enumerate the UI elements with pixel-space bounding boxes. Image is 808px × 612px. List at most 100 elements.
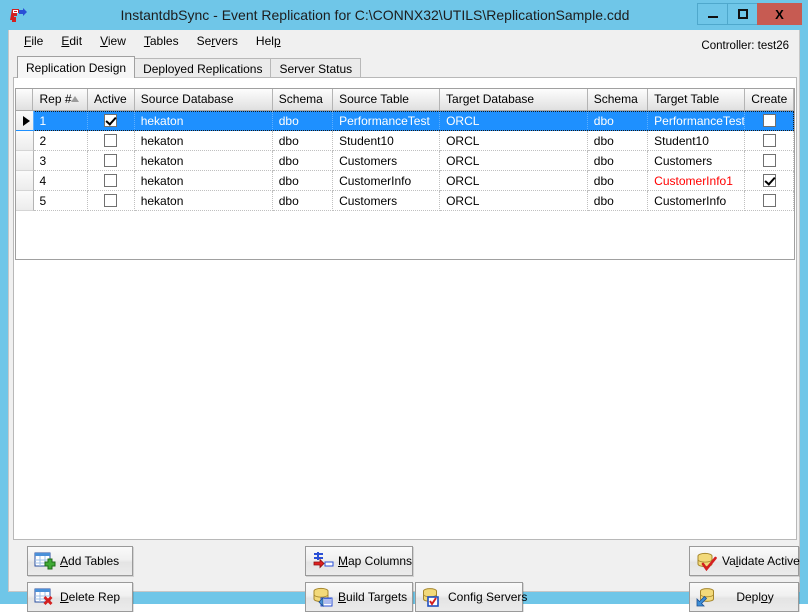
- row-selector[interactable]: [16, 151, 34, 171]
- row-selector[interactable]: [16, 111, 34, 131]
- grid-header-cell-target_table[interactable]: Target Table: [648, 89, 745, 110]
- map-columns-button[interactable]: Map Columns: [305, 546, 413, 576]
- cell-source_schema[interactable]: dbo: [273, 191, 333, 211]
- cell-create-checkbox[interactable]: [745, 191, 794, 211]
- cell-source_schema[interactable]: dbo: [273, 151, 333, 171]
- checkbox-checked-icon[interactable]: [104, 114, 117, 127]
- maximize-button[interactable]: [727, 3, 758, 25]
- checkbox-unchecked-icon[interactable]: [763, 134, 776, 147]
- cell-rep[interactable]: 3: [34, 151, 89, 171]
- validate-active-button[interactable]: Validate Active: [689, 546, 799, 576]
- cell-text: ORCL: [446, 154, 479, 168]
- cell-source_schema[interactable]: dbo: [273, 111, 333, 131]
- checkbox-unchecked-icon[interactable]: [763, 194, 776, 207]
- cell-active-checkbox[interactable]: [88, 191, 135, 211]
- cell-active-checkbox[interactable]: [88, 111, 135, 131]
- grid-header-cell-target_schema[interactable]: Schema: [588, 89, 648, 110]
- cell-source_db[interactable]: hekaton: [135, 111, 273, 131]
- checkbox-unchecked-icon[interactable]: [104, 154, 117, 167]
- build-targets-button[interactable]: Build Targets: [305, 582, 413, 612]
- cell-source_table[interactable]: CustomerInfo: [333, 171, 440, 191]
- cell-target_db[interactable]: ORCL: [440, 171, 588, 191]
- cell-target_db[interactable]: ORCL: [440, 151, 588, 171]
- menu-item-help[interactable]: Help: [247, 31, 290, 51]
- cell-active-checkbox[interactable]: [88, 151, 135, 171]
- checkbox-checked-icon[interactable]: [763, 174, 776, 187]
- tab-server-status[interactable]: Server Status: [270, 58, 361, 78]
- row-selector[interactable]: [16, 131, 34, 151]
- cell-target_schema[interactable]: dbo: [588, 131, 648, 151]
- cell-source_schema[interactable]: dbo: [273, 131, 333, 151]
- cell-active-checkbox[interactable]: [88, 171, 135, 191]
- grid-header-cell-source_db[interactable]: Source Database: [135, 89, 273, 110]
- grid-header-cell-active[interactable]: Active: [88, 89, 135, 110]
- grid-header-cell-marker[interactable]: [16, 89, 33, 110]
- cell-target_db[interactable]: ORCL: [440, 111, 588, 131]
- cell-rep[interactable]: 2: [34, 131, 89, 151]
- cell-target_table[interactable]: CustomerInfo1: [648, 171, 745, 191]
- cell-target_table[interactable]: CustomerInfo: [648, 191, 745, 211]
- checkbox-unchecked-icon[interactable]: [104, 194, 117, 207]
- checkbox-unchecked-icon[interactable]: [104, 174, 117, 187]
- cell-rep[interactable]: 4: [34, 171, 89, 191]
- cell-create-checkbox[interactable]: [745, 151, 794, 171]
- grid-header-cell-target_db[interactable]: Target Database: [440, 89, 588, 110]
- menu-item-tables[interactable]: Tables: [135, 31, 188, 51]
- menu-item-servers[interactable]: Servers: [188, 31, 247, 51]
- current-row-arrow-icon: [23, 116, 30, 126]
- cell-target_schema[interactable]: dbo: [588, 151, 648, 171]
- table-row[interactable]: 5hekatondboCustomersORCLdboCustomerInfo: [16, 191, 794, 211]
- checkbox-unchecked-icon[interactable]: [763, 114, 776, 127]
- tab-deployed-replications[interactable]: Deployed Replications: [134, 58, 271, 78]
- cell-target_table[interactable]: PerformanceTest: [648, 111, 745, 131]
- menu-item-file[interactable]: File: [15, 31, 52, 51]
- row-selector[interactable]: [16, 171, 34, 191]
- replication-grid[interactable]: Rep #ActiveSource DatabaseSchemaSource T…: [15, 88, 795, 260]
- cell-source_db[interactable]: hekaton: [135, 131, 273, 151]
- grid-header-cell-create[interactable]: Create: [745, 89, 794, 110]
- cell-source_table[interactable]: Customers: [333, 151, 440, 171]
- cell-source_db[interactable]: hekaton: [135, 171, 273, 191]
- cell-target_table[interactable]: Student10: [648, 131, 745, 151]
- add-tables-button[interactable]: Add Tables: [27, 546, 133, 576]
- cell-rep[interactable]: 5: [34, 191, 89, 211]
- menu-item-edit[interactable]: Edit: [52, 31, 91, 51]
- cell-target_db[interactable]: ORCL: [440, 131, 588, 151]
- cell-active-checkbox[interactable]: [88, 131, 135, 151]
- cell-target_schema[interactable]: dbo: [588, 111, 648, 131]
- cell-target_table[interactable]: Customers: [648, 151, 745, 171]
- table-row[interactable]: 2hekatondboStudent10ORCLdboStudent10: [16, 131, 794, 151]
- cell-text: 3: [40, 154, 47, 168]
- grid-header-cell-rep[interactable]: Rep #: [33, 89, 88, 110]
- cell-target_db[interactable]: ORCL: [440, 191, 588, 211]
- delete-rep-button[interactable]: Delete Rep: [27, 582, 133, 612]
- config-servers-button[interactable]: Config Servers: [415, 582, 523, 612]
- tab-replication-design[interactable]: Replication Design: [17, 56, 135, 78]
- row-selector[interactable]: [16, 191, 34, 211]
- cell-target_schema[interactable]: dbo: [588, 171, 648, 191]
- checkbox-unchecked-icon[interactable]: [763, 154, 776, 167]
- cell-create-checkbox[interactable]: [745, 111, 794, 131]
- table-row[interactable]: 3hekatondboCustomersORCLdboCustomers: [16, 151, 794, 171]
- deploy-button[interactable]: Deploy: [689, 582, 799, 612]
- cell-source_db[interactable]: hekaton: [135, 191, 273, 211]
- cell-target_schema[interactable]: dbo: [588, 191, 648, 211]
- cell-source_db[interactable]: hekaton: [135, 151, 273, 171]
- menu-item-view[interactable]: View: [91, 31, 135, 51]
- grid-header-cell-source_schema[interactable]: Schema: [273, 89, 333, 110]
- table-row[interactable]: 4hekatondboCustomerInfoORCLdboCustomerIn…: [16, 171, 794, 191]
- close-button[interactable]: X: [757, 3, 802, 25]
- table-row[interactable]: 1hekatondboPerformanceTestORCLdboPerform…: [16, 111, 794, 131]
- checkbox-unchecked-icon[interactable]: [104, 134, 117, 147]
- cell-create-checkbox[interactable]: [745, 171, 794, 191]
- cell-source_table[interactable]: Student10: [333, 131, 440, 151]
- cell-source_schema[interactable]: dbo: [273, 171, 333, 191]
- cell-source_table[interactable]: PerformanceTest: [333, 111, 440, 131]
- database-build-icon: [312, 587, 334, 607]
- cell-text: Student10: [654, 134, 709, 148]
- cell-create-checkbox[interactable]: [745, 131, 794, 151]
- cell-source_table[interactable]: Customers: [333, 191, 440, 211]
- grid-header-cell-source_table[interactable]: Source Table: [333, 89, 440, 110]
- minimize-button[interactable]: [697, 3, 728, 25]
- cell-rep[interactable]: 1: [34, 111, 89, 131]
